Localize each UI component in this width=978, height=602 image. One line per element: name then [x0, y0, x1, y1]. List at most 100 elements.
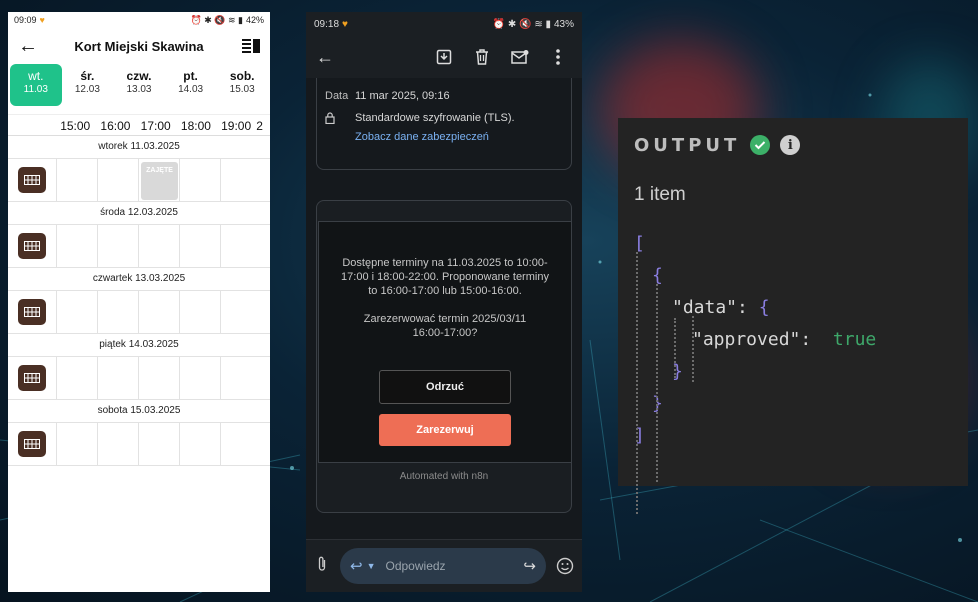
json-colon: : [800, 329, 833, 350]
status-battery: 43% [553, 18, 574, 30]
output-panel: OUTPUT i 1 item [ { "data": { "approved"… [618, 118, 968, 514]
time-slot[interactable] [138, 291, 179, 333]
time-slot[interactable] [220, 423, 261, 465]
mark-unread-icon[interactable] [510, 47, 530, 67]
day-tab-friday[interactable]: pt. 14.03 [165, 64, 217, 106]
mail-toolbar: ← [306, 36, 582, 78]
time-slot[interactable] [97, 291, 138, 333]
json-colon: : [737, 297, 759, 318]
availability-message: Dostępne terminy na 11.03.2025 to 10:00-… [341, 257, 549, 297]
time-slot[interactable] [138, 357, 179, 399]
hour-label: 18:00 [180, 119, 211, 133]
indent-guide [674, 318, 676, 378]
booking-request-card: Dostępne terminy na 11.03.2025 to 10:00-… [318, 221, 572, 463]
json-bracket: [ [634, 233, 645, 254]
forward-icon[interactable]: ↪ [523, 557, 536, 575]
court-icon[interactable] [18, 233, 46, 259]
court-icon[interactable] [18, 299, 46, 325]
back-arrow-icon[interactable]: ← [18, 35, 44, 58]
day-row-label: wtorek 11.03.2025 [98, 141, 180, 152]
time-slot[interactable] [56, 423, 97, 465]
time-slot[interactable] [138, 225, 179, 267]
day-date: 11.03 [23, 84, 48, 95]
day-tab-thursday[interactable]: czw. 13.03 [113, 64, 165, 106]
day-date: 14.03 [178, 84, 204, 95]
back-arrow-icon[interactable]: ← [316, 47, 356, 68]
message-details-card: Data 11 mar 2025, 09:16 Standardowe szyf… [316, 78, 572, 170]
emoji-icon[interactable] [554, 555, 576, 577]
layout-toggle-icon[interactable] [234, 39, 260, 53]
time-slot[interactable] [220, 159, 261, 201]
time-slot[interactable] [179, 159, 220, 201]
reply-input[interactable]: ↩ ▼ Odpowiedz ↪ [340, 548, 546, 584]
time-slot[interactable] [220, 357, 261, 399]
day-name: czw. [126, 69, 152, 83]
court-icon[interactable] [18, 167, 46, 193]
day-row-label: sobota 15.03.2025 [97, 405, 181, 416]
heart-icon: ♥ [342, 18, 348, 30]
book-button[interactable]: Zarezerwuj [379, 414, 511, 446]
time-slot[interactable] [179, 225, 220, 267]
slot-row [8, 356, 270, 400]
day-row-label: środa 12.03.2025 [100, 207, 178, 218]
slot-row [8, 224, 270, 268]
item-count: 1 item [634, 184, 686, 205]
day-tab-tuesday[interactable]: wt. 11.03 [10, 64, 62, 106]
time-slot[interactable] [179, 423, 220, 465]
time-slot[interactable] [220, 225, 261, 267]
more-vert-icon[interactable] [548, 47, 568, 67]
encryption-text: Standardowe szyfrowanie (TLS). [355, 112, 515, 124]
day-name: śr. [80, 69, 95, 83]
json-key-approved: "approved" [692, 329, 801, 350]
indent-guide [656, 284, 658, 482]
time-slot[interactable] [179, 291, 220, 333]
court-icon[interactable] [18, 431, 46, 457]
date-label: Data [325, 90, 349, 102]
heart-icon: ♥ [39, 15, 45, 25]
status-bar: 09:09 ♥ ⏰ ✱ 🔇 ≋ ▮ 42% [8, 12, 270, 28]
check-circle-icon [750, 135, 771, 155]
court-icon[interactable] [18, 365, 46, 391]
hour-label: 2 [256, 119, 263, 133]
hour-header: 15:00 16:00 17:00 18:00 19:00 2 [8, 114, 270, 136]
day-selector: wt. 11.03 śr. 12.03 czw. 13.03 pt. 14.03… [8, 64, 270, 106]
status-time: 09:18 [314, 18, 340, 30]
page-title: Kort Miejski Skawina [74, 38, 204, 54]
time-slot[interactable] [97, 159, 138, 201]
time-slot[interactable] [56, 159, 97, 201]
time-slot[interactable] [138, 423, 179, 465]
chevron-down-icon[interactable]: ▼ [367, 561, 376, 571]
day-date: 12.03 [74, 84, 100, 95]
time-slot[interactable] [97, 225, 138, 267]
archive-icon[interactable] [434, 47, 454, 67]
security-details-link[interactable]: Zobacz dane zabezpieczeń [325, 131, 561, 143]
date-value: 11 mar 2025, 09:16 [355, 90, 450, 102]
indent-guide [692, 316, 694, 382]
reply-placeholder: Odpowiedz [385, 559, 446, 573]
taken-badge: ZAJĘTE [141, 162, 178, 200]
day-tab-saturday[interactable]: sob. 15.03 [216, 64, 268, 106]
time-slot[interactable] [220, 291, 261, 333]
time-slot[interactable] [97, 357, 138, 399]
automation-note: Automated with n8n [399, 471, 489, 482]
time-slot[interactable] [179, 357, 220, 399]
json-value-approved: true [832, 329, 877, 350]
reply-icon[interactable]: ↩ [350, 557, 363, 575]
info-icon[interactable]: i [780, 135, 801, 155]
time-slot[interactable]: ZAJĘTE [138, 159, 179, 201]
slot-row [8, 290, 270, 334]
status-icons: ⏰ ✱ 🔇 ≋ ▮ [492, 18, 551, 30]
status-icons: ⏰ ✱ 🔇 ≋ ▮ [190, 14, 243, 25]
time-slot[interactable] [97, 423, 138, 465]
trash-icon[interactable] [472, 47, 492, 67]
time-slot[interactable] [56, 291, 97, 333]
day-name: sob. [229, 69, 255, 83]
booking-question: Zarezerwować termin 2025/03/11 16:00-17:… [363, 313, 527, 339]
slot-row [8, 422, 270, 466]
email-app-screen: 09:18 ♥ ⏰ ✱ 🔇 ≋ ▮ 43% ← Data 11 mar 2025… [306, 12, 582, 592]
time-slot[interactable] [56, 225, 97, 267]
day-tab-wednesday[interactable]: śr. 12.03 [62, 64, 114, 106]
time-slot[interactable] [56, 357, 97, 399]
decline-button[interactable]: Odrzuć [379, 370, 511, 404]
attachment-icon[interactable] [312, 556, 332, 576]
